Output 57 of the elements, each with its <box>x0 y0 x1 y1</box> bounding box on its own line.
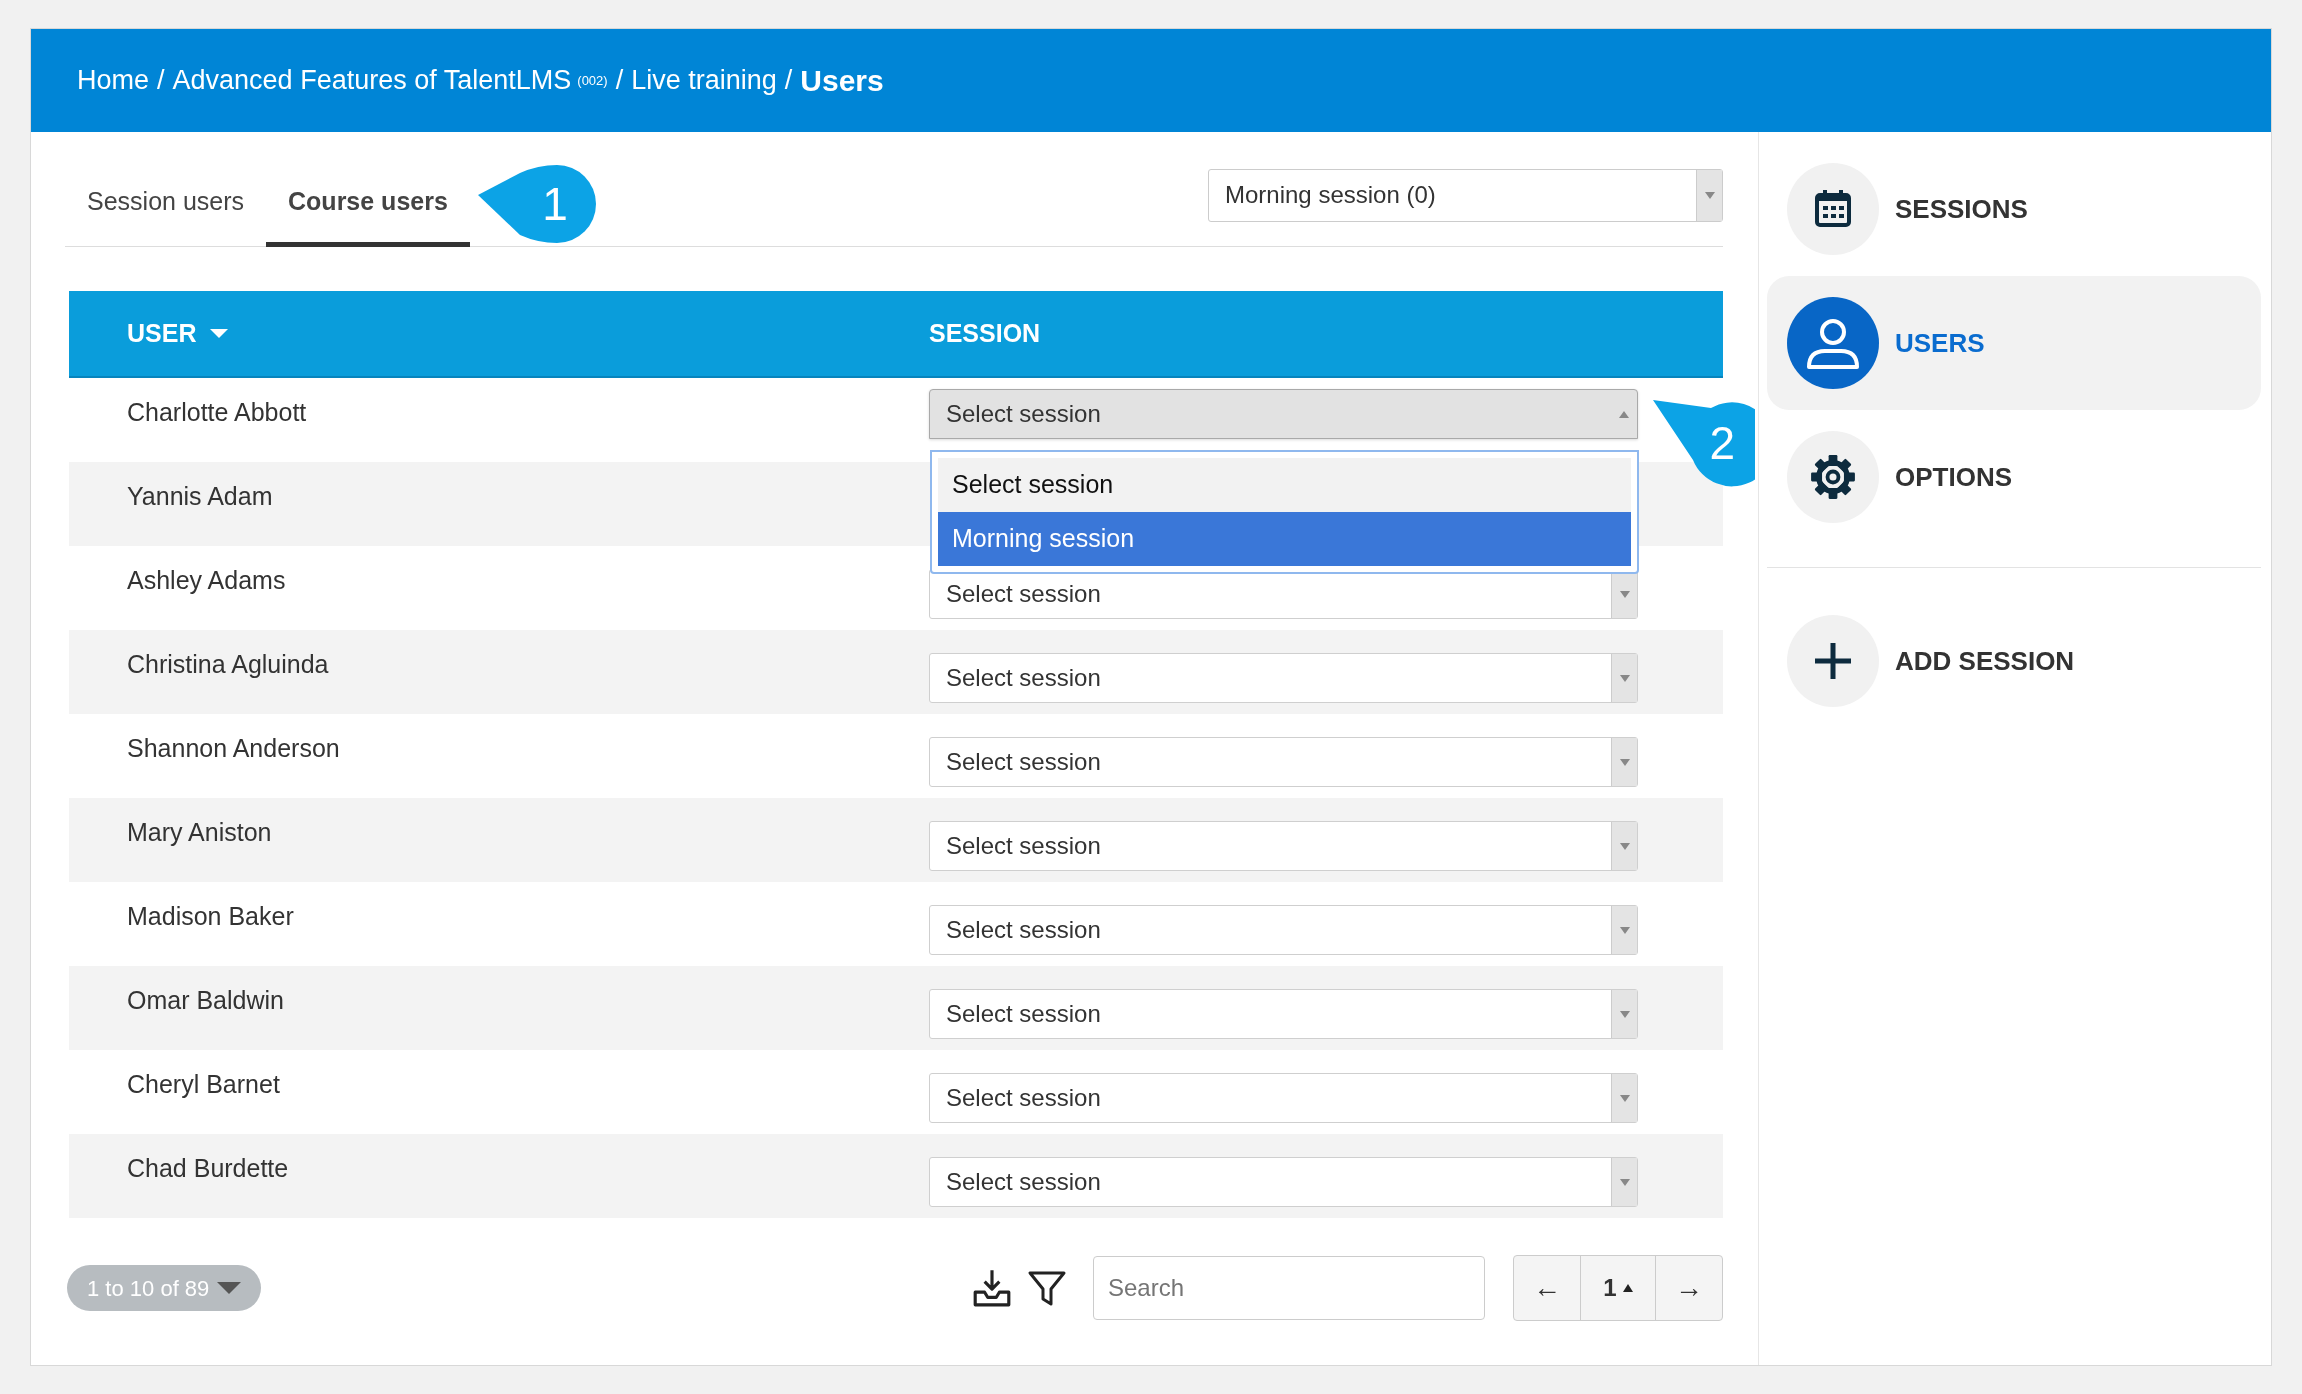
session-select[interactable]: Morning session (0) <box>1208 168 1723 222</box>
add-session-button[interactable]: ADD SESSION <box>1767 594 2261 728</box>
caret-icon <box>1619 758 1630 766</box>
caret-icon <box>1619 410 1629 418</box>
breadcrumb-current: Users <box>800 63 884 99</box>
course-code: (002) <box>577 71 608 90</box>
session-dropdown[interactable]: Select session <box>929 1157 1638 1207</box>
plus-icon <box>1813 641 1853 681</box>
download-icon[interactable] <box>971 1267 1013 1309</box>
callout-marker: 2 <box>1653 400 1755 488</box>
user-name: Charlotte Abbott <box>126 397 308 428</box>
dropdown-option[interactable]: Select session <box>938 458 1631 512</box>
caret-icon <box>1619 1094 1630 1102</box>
breadcrumb-separator: / <box>615 64 624 98</box>
calendar-icon <box>1813 189 1853 229</box>
session-dropdown[interactable]: Select session <box>929 905 1638 955</box>
dropdown-option[interactable]: Morning session <box>938 512 1631 566</box>
sidebar-item[interactable]: USERS <box>1767 276 2261 410</box>
page-selector[interactable]: 1 <box>1580 1256 1656 1320</box>
user-name: Ashley Adams <box>126 565 287 596</box>
session-dropdown[interactable]: Select session <box>929 1073 1638 1123</box>
tab[interactable]: Session users <box>65 162 267 247</box>
previous-page-button[interactable]: ← <box>1514 1256 1580 1320</box>
breadcrumb-separator: / <box>784 64 793 98</box>
user-name: Cheryl Barnet <box>126 1069 281 1100</box>
session-dropdown[interactable]: Select session <box>929 737 1638 787</box>
tab[interactable]: Course users <box>266 162 470 247</box>
session-dropdown[interactable]: Select session <box>929 653 1638 703</box>
breadcrumb-link[interactable]: Advanced Features of TalentLMS <box>172 60 572 101</box>
breadcrumb-link[interactable]: Home <box>77 60 150 101</box>
callout-marker: 1 <box>477 165 596 243</box>
user-name: Yannis Adam <box>126 481 274 512</box>
user-name: Shannon Anderson <box>126 733 341 764</box>
search-field[interactable]: Search <box>1093 1256 1485 1320</box>
breadcrumb-link[interactable]: Live training <box>631 60 777 101</box>
sort-caret-icon[interactable] <box>210 329 229 338</box>
caret-icon <box>1619 674 1630 682</box>
session-dropdown[interactable]: Select session <box>929 989 1638 1039</box>
sidebar-item[interactable]: SESSIONS <box>1767 142 2261 276</box>
user-name: Omar Baldwin <box>126 985 285 1016</box>
next-page-button[interactable]: → <box>1656 1256 1722 1320</box>
caret-icon <box>1619 842 1630 850</box>
user-name: Madison Baker <box>126 901 295 932</box>
caret-icon <box>1619 1010 1630 1018</box>
caret-icon <box>1704 191 1715 199</box>
breadcrumb-separator: / <box>157 64 165 98</box>
caret-icon <box>1619 1178 1630 1186</box>
user-name: Christina Agluinda <box>126 649 330 680</box>
caret-icon <box>1622 1284 1633 1292</box>
caret-icon <box>1619 926 1630 934</box>
caret-icon <box>217 1282 242 1294</box>
user-name: Chad Burdette <box>126 1153 290 1184</box>
session-dropdown[interactable]: Select session <box>929 821 1638 871</box>
caret-icon <box>1619 590 1630 598</box>
sidebar-item[interactable]: OPTIONS <box>1767 410 2261 544</box>
settings-icon <box>1810 454 1856 500</box>
user-name: Mary Aniston <box>126 817 273 848</box>
